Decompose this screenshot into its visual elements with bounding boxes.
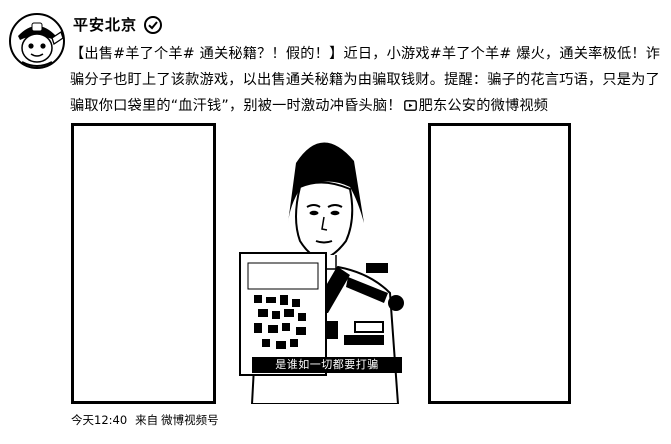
post-text: 【出售#羊了个羊# 通关秘籍？！假的！】近日，小游戏#羊了个羊# 爆火，通关率极…	[70, 41, 668, 119]
video-caption: 是谁如一切都要打骗	[252, 357, 402, 373]
source-label: 来自	[135, 413, 159, 427]
post-meta: 今天12:40 来自 微博视频号	[71, 412, 219, 428]
video-link[interactable]: 肥东公安的微博视频	[419, 98, 549, 114]
post-timestamp[interactable]: 今天12:40	[71, 412, 127, 428]
video-link-icon	[403, 100, 417, 111]
verified-badge-icon	[144, 15, 163, 34]
source-name[interactable]: 微博视频号	[161, 412, 219, 428]
image-frame-right[interactable]	[428, 123, 571, 404]
author-name-row: 平安北京	[73, 14, 163, 35]
avatar[interactable]	[8, 12, 66, 70]
author-name[interactable]: 平安北京	[73, 14, 137, 35]
post-source: 来自 微博视频号	[135, 412, 219, 428]
image-frame-left[interactable]	[71, 123, 216, 404]
post-body: 【出售#羊了个羊# 通关秘籍？！假的！】近日，小游戏#羊了个羊# 爆火，通关率极…	[70, 46, 661, 114]
